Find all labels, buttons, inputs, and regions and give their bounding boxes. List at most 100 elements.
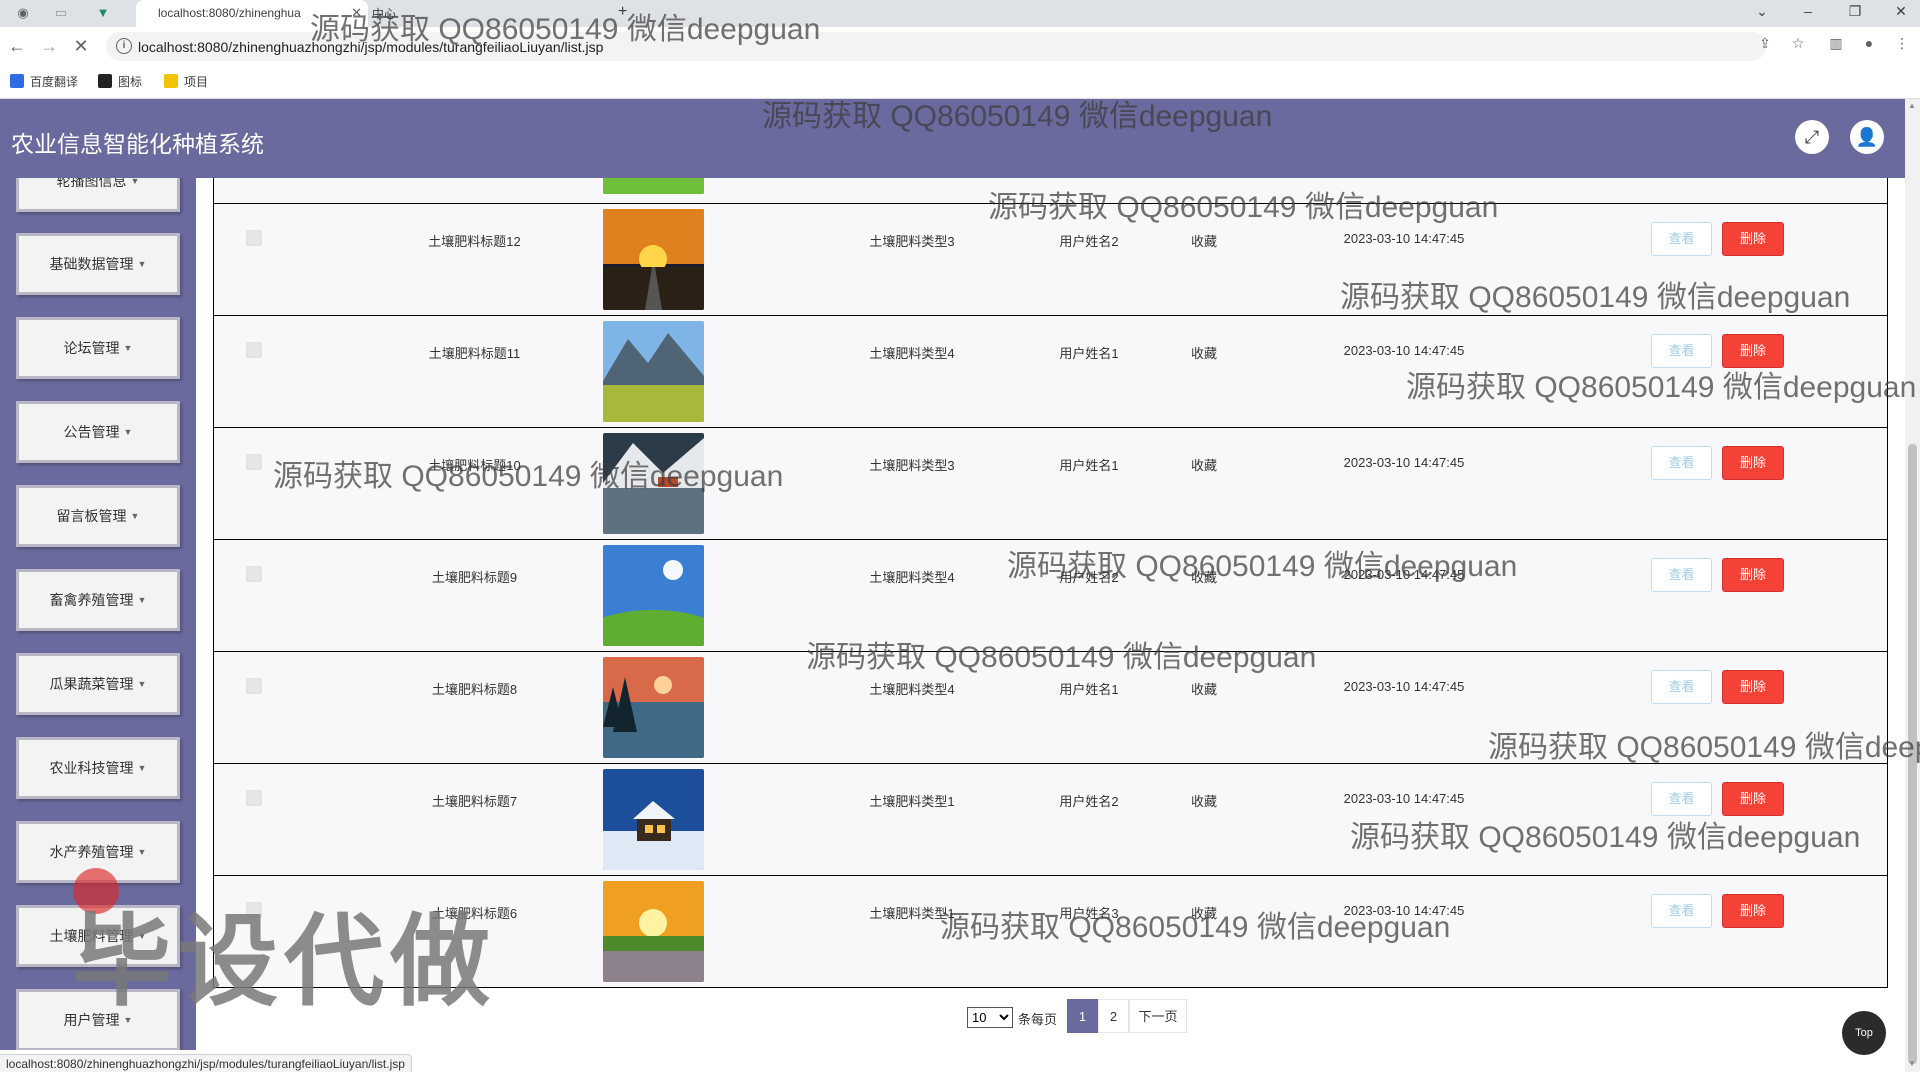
sidebar-item-base-data[interactable]: 基础数据管理 ▼ <box>16 233 180 295</box>
address-toolbar: ← → ✕ i localhost:8080/zhinenghuazhongzh… <box>0 27 1920 66</box>
view-button[interactable]: 查看 <box>1651 782 1712 816</box>
chevron-down-icon: ▼ <box>123 427 133 437</box>
table-row: 土壤肥料标题12 土壤肥料类型3 用户姓名2 收藏 2023-03-10 14:… <box>213 204 1888 316</box>
sidebar-item-agri-tech[interactable]: 农业科技管理 ▼ <box>16 737 180 799</box>
translate-icon <box>10 74 24 88</box>
row-user: 用户姓名1 <box>1059 682 1119 697</box>
delete-button[interactable]: 删除 <box>1722 558 1784 592</box>
row-time: 2023-03-10 14:47:45 <box>1343 791 1465 806</box>
share-icon[interactable]: ⇪ <box>1755 35 1775 52</box>
delete-button[interactable]: 删除 <box>1722 894 1784 928</box>
row-checkbox[interactable] <box>246 454 262 470</box>
stop-loading-icon[interactable]: ✕ <box>70 35 92 57</box>
profile-icon[interactable]: ● <box>1859 35 1879 51</box>
scrollbar-thumb[interactable] <box>1908 444 1917 1064</box>
row-title: 土壤肥料标题7 <box>431 794 518 809</box>
image-icon <box>98 74 112 88</box>
page-scrollbar[interactable]: ▲ ▼ <box>1905 99 1920 1072</box>
sidebar-item-soil-fertilizer[interactable]: 土壤肥料管理 ▼ <box>16 905 180 967</box>
view-button[interactable]: 查看 <box>1651 558 1712 592</box>
row-checkbox[interactable] <box>246 678 262 694</box>
forward-arrow-icon[interactable]: → <box>38 35 60 57</box>
row-checkbox[interactable] <box>246 230 262 246</box>
sidebar-item-notice[interactable]: 公告管理 ▼ <box>16 401 180 463</box>
sidebar-item-label: 农业科技管理 <box>49 760 134 776</box>
tab-close-icon[interactable]: ✕ <box>351 5 362 21</box>
sidebar-item-users[interactable]: 用户管理 ▼ <box>16 989 180 1050</box>
row-time: 2023-03-10 14:47:45 <box>1343 903 1465 918</box>
sidebar-item-forum[interactable]: 论坛管理 ▼ <box>16 317 180 379</box>
delete-button[interactable]: 删除 <box>1722 222 1784 256</box>
delete-button[interactable]: 删除 <box>1722 782 1784 816</box>
row-checkbox[interactable] <box>246 902 262 918</box>
side-panel-icon[interactable]: ▥ <box>1826 35 1846 52</box>
sidebar-item-label: 土壤肥料管理 <box>49 928 134 944</box>
page-button-1[interactable]: 1 <box>1067 999 1098 1033</box>
view-button[interactable]: 查看 <box>1651 894 1712 928</box>
row-checkbox[interactable] <box>246 790 262 806</box>
page-size-select[interactable]: 10 <box>967 1007 1013 1028</box>
tab-second-title: 中心 <box>372 7 397 21</box>
row-user: 用户姓名2 <box>1059 234 1119 249</box>
row-user: 用户姓名2 <box>1059 570 1119 585</box>
bookmark-star-icon[interactable]: ☆ <box>1788 35 1808 52</box>
bookmark-baidu-translate[interactable]: 百度翻译 <box>10 73 78 90</box>
tab-active[interactable]: localhost:8080/zhinenghua ✕ <box>136 0 368 27</box>
scroll-up-icon[interactable]: ▲ <box>1908 101 1916 110</box>
sidebar-item-fruits-vegetables[interactable]: 瓜果蔬菜管理 ▼ <box>16 653 180 715</box>
omnibox[interactable]: i localhost:8080/zhinenghuazhongzhi/jsp/… <box>106 32 1766 61</box>
thumbnail-image-snow-cabin <box>603 769 704 870</box>
page-button-2[interactable]: 2 <box>1098 999 1129 1033</box>
chevron-down-icon: ▼ <box>137 259 147 269</box>
delete-button[interactable]: 删除 <box>1722 670 1784 704</box>
tab-search-chevron-icon[interactable]: ⌄ <box>1752 3 1772 20</box>
browser-menu-icon[interactable]: ⋮ <box>1892 35 1912 52</box>
table-row: 土壤肥料标题8 土壤肥料类型4 用户姓名1 收藏 2023-03-10 14:4… <box>213 652 1888 764</box>
table-row: 土壤肥料标题9 土壤肥料类型4 用户姓名2 收藏 2023-03-10 14:4… <box>213 540 1888 652</box>
tab-favicon-blank-icon[interactable]: ▭ <box>52 4 70 22</box>
site-info-icon[interactable]: i <box>116 38 132 54</box>
row-thumbnail <box>603 545 704 646</box>
delete-button[interactable]: 删除 <box>1722 334 1784 368</box>
sidebar-item-label: 基础数据管理 <box>49 256 134 272</box>
window-close-icon[interactable]: ✕ <box>1891 3 1911 20</box>
minimize-icon[interactable]: – <box>1798 3 1818 19</box>
user-avatar-icon[interactable]: 👤 <box>1850 120 1884 154</box>
chrome-menu-icon[interactable]: ◉ <box>14 4 32 22</box>
bookmark-projects[interactable]: 项目 <box>164 73 208 90</box>
scroll-down-icon[interactable]: ▼ <box>1908 1059 1916 1068</box>
view-button[interactable]: 查看 <box>1651 222 1712 256</box>
row-title: 土壤肥料标题6 <box>431 906 518 921</box>
restore-icon[interactable]: ❐ <box>1845 3 1865 20</box>
tab-favicon-v-icon[interactable]: ▼ <box>94 4 112 22</box>
fullscreen-icon[interactable]: ⤢ <box>1795 120 1829 154</box>
chevron-down-icon: ▼ <box>137 763 147 773</box>
back-arrow-icon[interactable]: ← <box>6 35 28 57</box>
view-button[interactable]: 查看 <box>1651 670 1712 704</box>
bookmark-icons[interactable]: 图标 <box>98 73 142 90</box>
sidebar-item-livestock[interactable]: 畜禽养殖管理 ▼ <box>16 569 180 631</box>
delete-button[interactable]: 删除 <box>1722 446 1784 480</box>
chevron-down-icon: ▼ <box>137 931 147 941</box>
row-user: 用户姓名1 <box>1059 346 1119 361</box>
sidebar-item-carousel[interactable]: 轮播图信息 ▼ <box>16 178 180 212</box>
row-title: 土壤肥料标题12 <box>428 234 521 249</box>
row-checkbox[interactable] <box>246 566 262 582</box>
view-button[interactable]: 查看 <box>1651 334 1712 368</box>
tab-second[interactable]: 中心 <box>372 5 396 22</box>
new-tab-icon[interactable]: + <box>618 3 627 21</box>
next-page-button[interactable]: 下一页 <box>1129 999 1187 1033</box>
row-action-type: 收藏 <box>1190 570 1217 585</box>
chevron-down-icon: ▼ <box>137 847 147 857</box>
row-thumbnail <box>603 178 704 194</box>
back-to-top-button[interactable]: Top <box>1842 1011 1886 1055</box>
row-time: 2023-03-10 14:47:45 <box>1343 679 1465 694</box>
sidebar-item-message-board[interactable]: 留言板管理 ▼ <box>16 485 180 547</box>
thumbnail-image-moon-lake <box>603 657 704 758</box>
row-checkbox[interactable] <box>246 342 262 358</box>
view-button[interactable]: 查看 <box>1651 446 1712 480</box>
sidebar: 轮播图信息 ▼ 基础数据管理 ▼ 论坛管理 ▼ 公告管理 ▼ 留言板管理 ▼ 畜禽养殖管理… <box>0 178 196 1050</box>
chevron-down-icon: ▼ <box>123 343 133 353</box>
row-time: 2023-03-10 14:47:45 <box>1343 567 1465 582</box>
app-header: 农业信息智能化种植系统 ⤢ 👤 <box>0 99 1905 178</box>
